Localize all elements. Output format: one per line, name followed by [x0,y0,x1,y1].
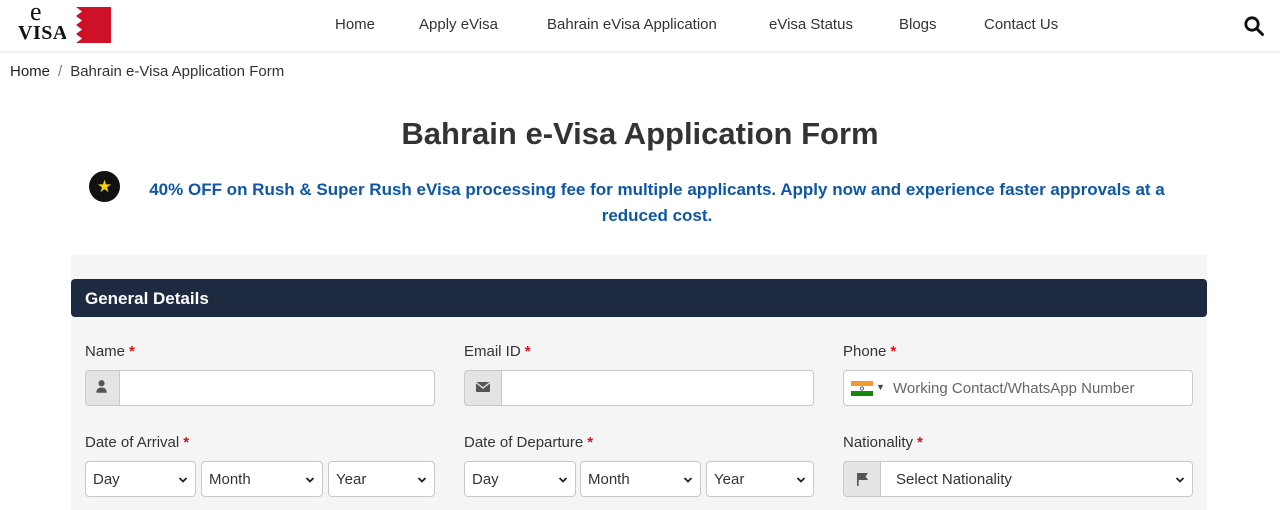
departure-year-select[interactable]: Year [706,461,814,497]
logo-word: VISA [18,22,68,44]
chevron-down-icon [1175,477,1185,483]
chevron-down-icon [305,477,315,483]
email-input[interactable] [501,370,814,406]
required-mark: * [587,434,594,451]
phone-placeholder: Working Contact/WhatsApp Number [893,380,1135,397]
chevron-down-icon [417,477,427,483]
promo-banner: 40% OFF on Rush & Super Rush eVisa proce… [149,180,1165,225]
nav-contact-us[interactable]: Contact Us [984,16,1058,34]
breadcrumb-current: Bahrain e-Visa Application Form [70,63,285,80]
country-dropdown-caret[interactable]: ▼ [876,382,885,392]
departure-year-value: Year [714,471,745,488]
departure-month-select[interactable]: Month [580,461,701,497]
nav-home[interactable]: Home [335,16,375,34]
arrival-label: Date of Arrival * [85,434,190,451]
envelope-icon [464,370,502,406]
departure-day-value: Day [472,471,499,488]
phone-label: Phone * [843,343,897,360]
required-mark: * [890,343,897,360]
nav-apply-evisa[interactable]: Apply eVisa [419,16,498,34]
breadcrumb-home[interactable]: Home [10,63,50,80]
arrival-month-value: Month [209,471,251,488]
nav-evisa-status[interactable]: eVisa Status [769,16,853,34]
name-label: Name * [85,343,135,360]
required-mark: * [524,343,531,360]
departure-month-value: Month [588,471,630,488]
arrival-year-value: Year [336,471,367,488]
arrival-month-select[interactable]: Month [201,461,323,497]
bahrain-flag-icon [66,7,111,43]
departure-day-select[interactable]: Day [464,461,576,497]
nav-blogs[interactable]: Blogs [899,16,937,34]
star-icon: ★ [89,171,120,202]
india-flag-icon[interactable] [851,381,873,396]
nationality-select[interactable]: Select Nationality [880,461,1193,497]
nav-bahrain-evisa-application[interactable]: Bahrain eVisa Application [547,16,717,34]
required-mark: * [183,434,190,451]
arrival-day-value: Day [93,471,120,488]
chevron-down-icon [683,477,693,483]
flag-icon [843,461,881,497]
search-icon[interactable] [1243,15,1265,37]
site-logo[interactable]: e VISA [16,0,112,45]
arrival-year-select[interactable]: Year [328,461,435,497]
section-title: General Details [85,289,209,308]
chevron-down-icon [796,477,806,483]
name-input[interactable] [119,370,435,406]
arrival-day-select[interactable]: Day [85,461,196,497]
breadcrumb: Home / Bahrain e-Visa Application Form [10,63,284,81]
departure-label: Date of Departure * [464,434,594,451]
top-navbar: e VISA Home Apply eVisa Bahrain eVisa Ap… [0,0,1280,51]
required-mark: * [917,434,923,451]
phone-input[interactable]: ▼ Working Contact/WhatsApp Number [843,370,1193,406]
chevron-down-icon [178,477,188,483]
breadcrumb-separator: / [58,63,63,80]
section-header-general-details: General Details [71,279,1207,317]
email-label: Email ID * [464,343,531,360]
chevron-down-icon [558,477,568,483]
required-mark: * [129,343,135,360]
page-title: Bahrain e-Visa Application Form [401,116,879,151]
nationality-label: Nationality * [843,434,923,451]
user-icon [85,370,120,406]
nationality-value: Select Nationality [896,471,1012,488]
